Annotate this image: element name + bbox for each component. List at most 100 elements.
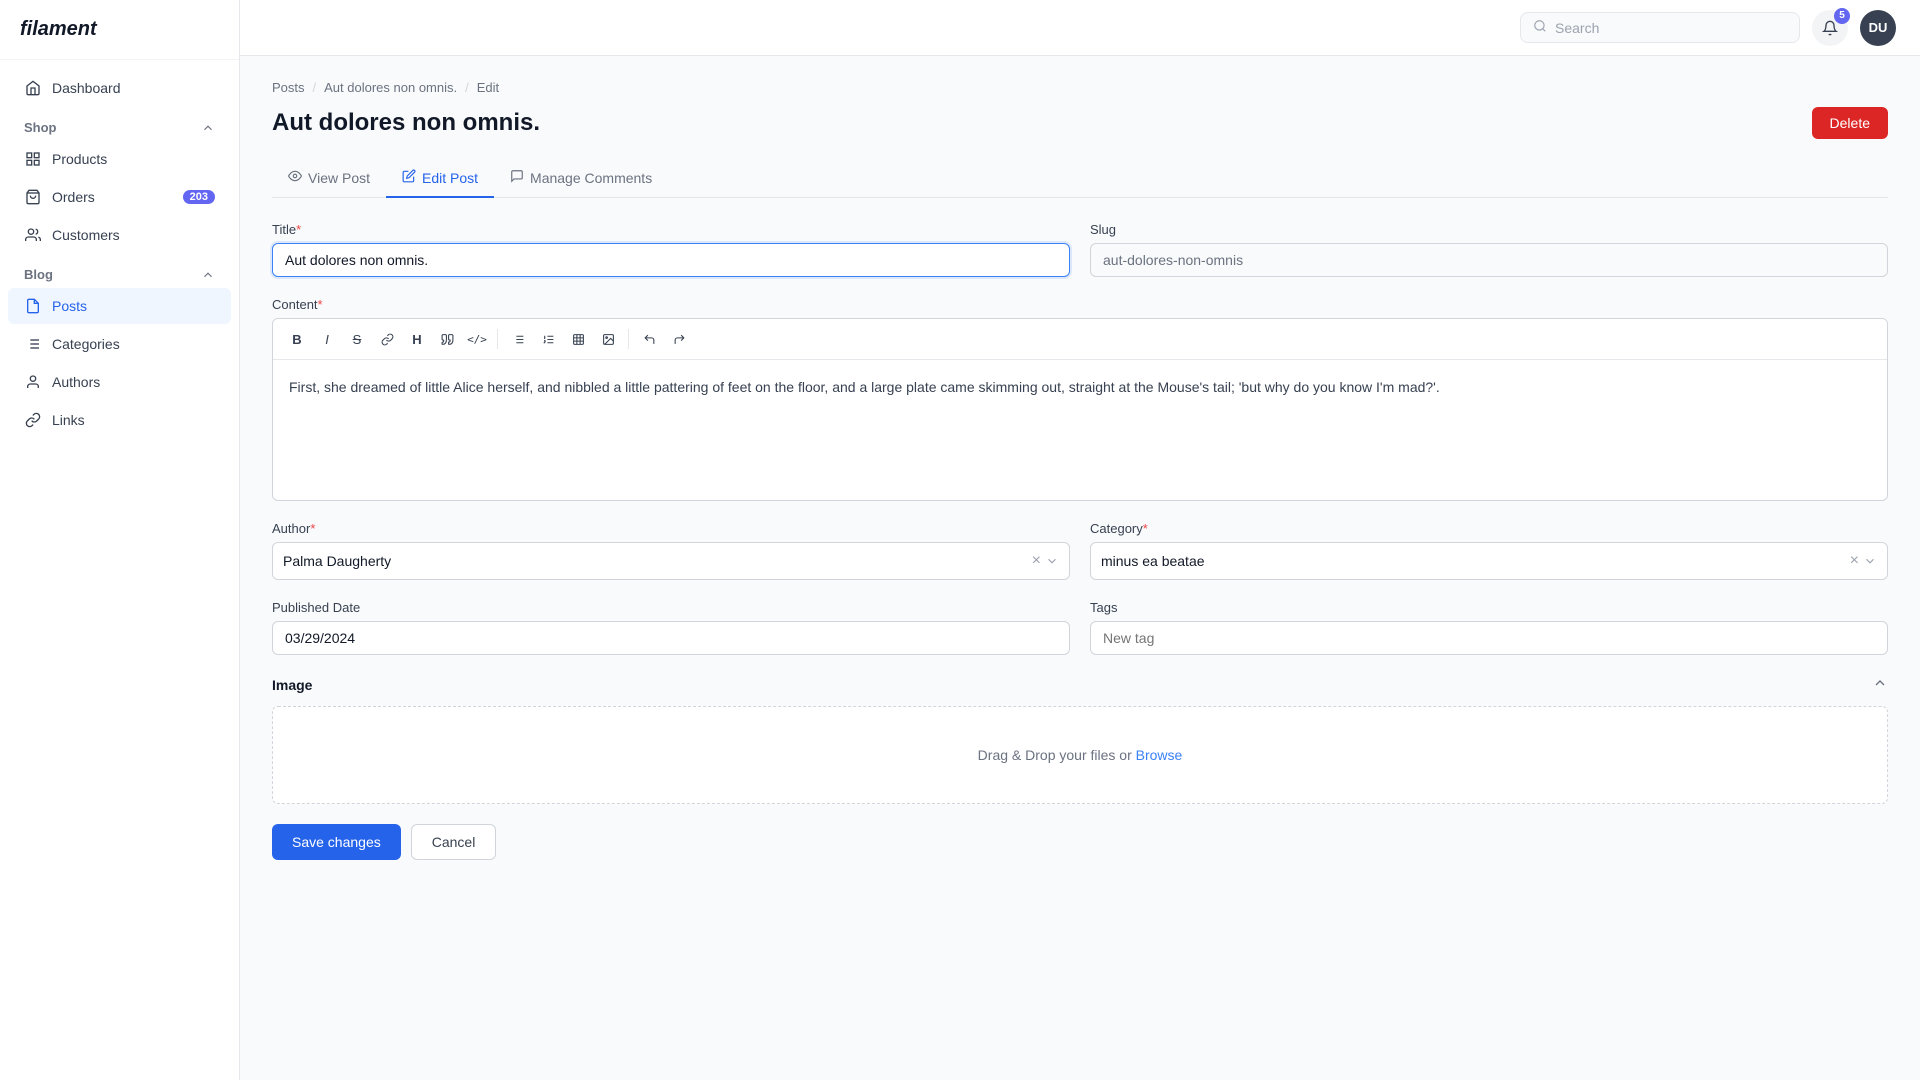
sidebar-item-products-label: Products	[52, 151, 215, 167]
orders-badge: 203	[183, 190, 215, 204]
view-icon	[288, 169, 302, 186]
category-chevron-icon	[1863, 554, 1877, 568]
toolbar-bullet-list[interactable]	[504, 325, 532, 353]
authors-icon	[24, 373, 42, 391]
posts-icon	[24, 297, 42, 315]
edit-icon	[402, 169, 416, 186]
image-section: Image Drag & Drop your files or Browse	[272, 675, 1888, 804]
delete-button[interactable]: Delete	[1812, 107, 1888, 139]
comments-icon	[510, 169, 524, 186]
sidebar: filament Dashboard Shop Products Orders …	[0, 0, 240, 1080]
sidebar-item-authors[interactable]: Authors	[8, 364, 231, 400]
author-chevron-icon	[1045, 554, 1059, 568]
sidebar-item-orders-label: Orders	[52, 189, 173, 205]
tags-group: Tags	[1090, 600, 1888, 655]
sidebar-item-posts[interactable]: Posts	[8, 288, 231, 324]
upload-area[interactable]: Drag & Drop your files or Browse	[272, 706, 1888, 804]
toolbar-sep-2	[628, 329, 629, 349]
toolbar-redo[interactable]	[665, 325, 693, 353]
title-group: Title*	[272, 222, 1070, 277]
page-content: Posts / Aut dolores non omnis. / Edit Au…	[240, 56, 1920, 1080]
tab-view-post[interactable]: View Post	[272, 159, 386, 198]
category-label: Category*	[1090, 521, 1888, 536]
toolbar-ordered-list[interactable]	[534, 325, 562, 353]
breadcrumb-sep-2: /	[465, 80, 469, 95]
image-collapse-icon[interactable]	[1872, 675, 1888, 694]
notification-badge: 5	[1834, 8, 1850, 24]
sidebar-item-posts-label: Posts	[52, 298, 215, 314]
content-group: Content* B I S H </>	[272, 297, 1888, 501]
shop-section-label: Shop	[24, 120, 57, 135]
logo: filament	[0, 0, 239, 60]
search-icon	[1533, 19, 1547, 36]
page-title: Aut dolores non omnis.	[272, 109, 540, 137]
sidebar-item-customers[interactable]: Customers	[8, 217, 231, 253]
tab-manage-comments-label: Manage Comments	[530, 170, 652, 186]
breadcrumb-edit: Edit	[477, 80, 499, 95]
title-slug-row: Title* Slug	[272, 222, 1888, 277]
content-editor: B I S H </>	[272, 318, 1888, 501]
browse-link[interactable]: Browse	[1136, 747, 1183, 763]
search-box[interactable]	[1520, 12, 1800, 43]
toolbar-strikethrough[interactable]: S	[343, 325, 371, 353]
cancel-button[interactable]: Cancel	[411, 824, 497, 860]
toolbar-image[interactable]	[594, 325, 622, 353]
sidebar-item-products[interactable]: Products	[8, 141, 231, 177]
toolbar-table[interactable]	[564, 325, 592, 353]
category-value: minus ea beatae	[1101, 553, 1844, 569]
editor-toolbar: B I S H </>	[273, 319, 1887, 360]
sidebar-item-categories[interactable]: Categories	[8, 326, 231, 362]
title-label: Title*	[272, 222, 1070, 237]
title-input[interactable]	[272, 243, 1070, 277]
sidebar-item-orders[interactable]: Orders 203	[8, 179, 231, 215]
tab-view-post-label: View Post	[308, 170, 370, 186]
author-select[interactable]: Palma Daugherty ×	[272, 542, 1070, 580]
blog-section-label: Blog	[24, 267, 53, 282]
breadcrumb: Posts / Aut dolores non omnis. / Edit	[272, 80, 1888, 95]
links-icon	[24, 411, 42, 429]
toolbar-undo[interactable]	[635, 325, 663, 353]
toolbar-italic[interactable]: I	[313, 325, 341, 353]
sidebar-nav: Dashboard Shop Products Orders 203 Custo…	[0, 60, 239, 1080]
customers-icon	[24, 226, 42, 244]
author-label: Author*	[272, 521, 1070, 536]
avatar[interactable]: DU	[1860, 10, 1896, 46]
form-actions: Save changes Cancel	[272, 824, 1888, 900]
content-label: Content*	[272, 297, 1888, 312]
author-group: Author* Palma Daugherty ×	[272, 521, 1070, 580]
search-input[interactable]	[1555, 20, 1787, 36]
published-date-group: Published Date	[272, 600, 1070, 655]
tab-manage-comments[interactable]: Manage Comments	[494, 159, 668, 198]
orders-icon	[24, 188, 42, 206]
breadcrumb-posts[interactable]: Posts	[272, 80, 305, 95]
toolbar-link[interactable]	[373, 325, 401, 353]
content-editable[interactable]: First, she dreamed of little Alice herse…	[273, 360, 1887, 500]
shop-section-header[interactable]: Shop	[8, 110, 231, 139]
save-changes-button[interactable]: Save changes	[272, 824, 401, 860]
toolbar-code[interactable]: </>	[463, 325, 491, 353]
category-group: Category* minus ea beatae ×	[1090, 521, 1888, 580]
sidebar-item-authors-label: Authors	[52, 374, 215, 390]
category-select[interactable]: minus ea beatae ×	[1090, 542, 1888, 580]
tab-edit-post[interactable]: Edit Post	[386, 159, 494, 198]
page-header: Aut dolores non omnis. Delete	[272, 107, 1888, 139]
sidebar-item-dashboard[interactable]: Dashboard	[8, 70, 231, 106]
image-section-title: Image	[272, 677, 312, 693]
sidebar-item-links[interactable]: Links	[8, 402, 231, 438]
toolbar-heading[interactable]: H	[403, 325, 431, 353]
sidebar-item-customers-label: Customers	[52, 227, 215, 243]
tags-input[interactable]	[1090, 621, 1888, 655]
home-icon	[24, 79, 42, 97]
image-section-header: Image	[272, 675, 1888, 694]
blog-section-header[interactable]: Blog	[8, 257, 231, 286]
notification-button[interactable]: 5	[1812, 10, 1848, 46]
slug-input[interactable]	[1090, 243, 1888, 277]
published-date-input[interactable]	[272, 621, 1070, 655]
toolbar-bold[interactable]: B	[283, 325, 311, 353]
category-clear-button[interactable]: ×	[1850, 553, 1859, 569]
logo-text: filament	[20, 18, 97, 40]
slug-group: Slug	[1090, 222, 1888, 277]
breadcrumb-post-title[interactable]: Aut dolores non omnis.	[324, 80, 457, 95]
author-clear-button[interactable]: ×	[1032, 553, 1041, 569]
toolbar-blockquote[interactable]	[433, 325, 461, 353]
